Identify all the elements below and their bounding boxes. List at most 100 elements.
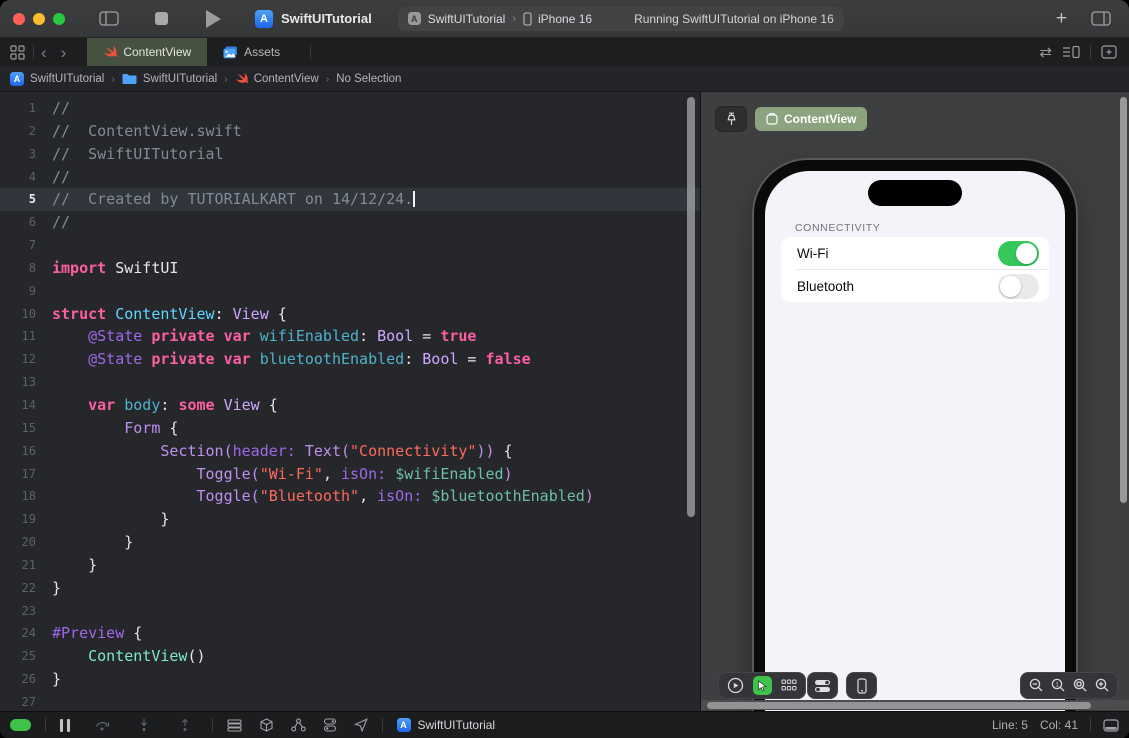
- simulator-settings-button[interactable]: [323, 718, 337, 732]
- line-number[interactable]: 26: [0, 668, 52, 691]
- stop-button[interactable]: [155, 12, 168, 25]
- tab-contentview[interactable]: ContentView: [87, 38, 208, 66]
- pause-execution-button[interactable]: [60, 718, 70, 732]
- editor-layout-icon[interactable]: [1062, 45, 1080, 59]
- step-out-button[interactable]: [178, 718, 192, 732]
- line-number[interactable]: 19: [0, 508, 52, 531]
- code-line-7[interactable]: 7: [0, 234, 700, 257]
- zoom-100-button[interactable]: 1: [1047, 678, 1069, 693]
- toggle-left-sidebar-icon[interactable]: [99, 11, 119, 26]
- add-button[interactable]: +: [1056, 9, 1067, 28]
- code-line-12[interactable]: 12 @State private var bluetoothEnabled: …: [0, 348, 700, 371]
- line-number[interactable]: 3: [0, 143, 52, 166]
- network-debug-button[interactable]: [290, 718, 306, 732]
- tab-assets[interactable]: Assets: [207, 38, 296, 66]
- line-number[interactable]: 7: [0, 234, 52, 257]
- code-line-6[interactable]: 6//: [0, 211, 700, 234]
- line-number[interactable]: 24: [0, 622, 52, 645]
- preview-device-button[interactable]: [846, 672, 877, 699]
- selectable-mode-button[interactable]: [753, 676, 772, 695]
- line-number[interactable]: 18: [0, 485, 52, 508]
- line-number[interactable]: 16: [0, 440, 52, 463]
- pin-preview-button[interactable]: [715, 106, 747, 132]
- line-number[interactable]: 10: [0, 303, 52, 326]
- code-line-15[interactable]: 15 Form {: [0, 417, 700, 440]
- run-destination[interactable]: iPhone 16: [538, 12, 592, 26]
- code-line-4[interactable]: 4//: [0, 166, 700, 189]
- line-number[interactable]: 11: [0, 325, 52, 348]
- line-number[interactable]: 8: [0, 257, 52, 280]
- code-line-14[interactable]: 14 var body: some View {: [0, 394, 700, 417]
- code-line-21[interactable]: 21 }: [0, 554, 700, 577]
- breakpoints-toggle-button[interactable]: [10, 719, 31, 731]
- line-number[interactable]: 1: [0, 97, 52, 120]
- device-settings-button[interactable]: [807, 672, 838, 699]
- line-number[interactable]: 5: [0, 188, 52, 211]
- toggle-right-sidebar-icon[interactable]: [1091, 11, 1111, 26]
- toggle-debug-area-icon[interactable]: [1103, 718, 1119, 732]
- line-number[interactable]: 6: [0, 211, 52, 234]
- code-line-9[interactable]: 9: [0, 280, 700, 303]
- code-line-1[interactable]: 1//: [0, 97, 700, 120]
- line-number[interactable]: 15: [0, 417, 52, 440]
- minimize-window-button[interactable]: [33, 12, 45, 25]
- code-line-8[interactable]: 8 import SwiftUI: [0, 257, 700, 280]
- code-line-20[interactable]: 20 }: [0, 531, 700, 554]
- code-line-26[interactable]: 26}: [0, 668, 700, 691]
- line-number[interactable]: 12: [0, 348, 52, 371]
- scheme-name[interactable]: SwiftUITutorial: [428, 12, 506, 26]
- code-line-11[interactable]: 11 @State private var wifiEnabled: Bool …: [0, 325, 700, 348]
- line-number[interactable]: 13: [0, 371, 52, 394]
- add-editor-icon[interactable]: [1101, 45, 1117, 59]
- run-button[interactable]: [206, 9, 221, 28]
- swap-editors-icon[interactable]: ⇄: [1039, 43, 1052, 61]
- view-hierarchy-button[interactable]: [226, 718, 242, 732]
- code-line-2[interactable]: 2// ContentView.swift: [0, 120, 700, 143]
- code-line-23[interactable]: 23: [0, 600, 700, 623]
- zoom-in-button[interactable]: [1091, 678, 1113, 693]
- memory-graph-button[interactable]: [259, 718, 274, 732]
- navigate-back-icon[interactable]: ‹: [34, 38, 54, 66]
- step-into-button[interactable]: [137, 718, 151, 732]
- code-line-18[interactable]: 18 Toggle("Bluetooth", isOn: $bluetoothE…: [0, 485, 700, 508]
- debug-process-chip[interactable]: A SwiftUITutorial: [396, 718, 495, 732]
- line-number[interactable]: 20: [0, 531, 52, 554]
- breadcrumb-item-file[interactable]: ContentView: [235, 72, 319, 85]
- code-line-3[interactable]: 3// SwiftUITutorial: [0, 143, 700, 166]
- line-number[interactable]: 25: [0, 645, 52, 668]
- bluetooth-toggle[interactable]: [998, 273, 1039, 299]
- variants-mode-button[interactable]: [781, 679, 797, 692]
- wifi-toggle[interactable]: [998, 240, 1039, 266]
- code-line-19[interactable]: 19 }: [0, 508, 700, 531]
- line-number[interactable]: 17: [0, 463, 52, 486]
- simulate-location-button[interactable]: [353, 718, 368, 732]
- code-line-10[interactable]: 10 struct ContentView: View {: [0, 303, 700, 326]
- live-preview-button[interactable]: [727, 677, 744, 694]
- code-line-16[interactable]: 16 Section(header: Text("Connectivity"))…: [0, 440, 700, 463]
- line-number[interactable]: 27: [0, 691, 52, 711]
- tab-overview-icon[interactable]: [0, 38, 33, 66]
- zoom-fit-button[interactable]: [1069, 678, 1091, 693]
- step-over-button[interactable]: [95, 718, 110, 732]
- zoom-out-button[interactable]: [1025, 678, 1047, 693]
- editor-vertical-scrollbar[interactable]: [687, 97, 695, 517]
- line-number[interactable]: 21: [0, 554, 52, 577]
- breadcrumb-item-project[interactable]: A SwiftUITutorial: [10, 71, 104, 86]
- breadcrumb-item-selection[interactable]: No Selection: [336, 73, 401, 85]
- scheme-selector[interactable]: A SwiftUITutorial › iPhone 16 Running Sw…: [397, 6, 844, 31]
- canvas-horizontal-scrollbar[interactable]: [701, 700, 1129, 710]
- line-number[interactable]: 23: [0, 600, 52, 623]
- breadcrumb-item-group[interactable]: SwiftUITutorial: [122, 73, 217, 85]
- code-line-13[interactable]: 13: [0, 371, 700, 394]
- line-number[interactable]: 4: [0, 166, 52, 189]
- code-line-22[interactable]: 22}: [0, 577, 700, 600]
- preview-target-pill[interactable]: ContentView: [755, 107, 868, 131]
- code-line-25[interactable]: 25 ContentView(): [0, 645, 700, 668]
- code-line-17[interactable]: 17 Toggle("Wi-Fi", isOn: $wifiEnabled): [0, 463, 700, 486]
- code-line-24[interactable]: 24 #Preview {: [0, 622, 700, 645]
- line-number[interactable]: 9: [0, 280, 52, 303]
- source-editor[interactable]: 1//2// ContentView.swift 3// SwiftUITutor…: [0, 92, 700, 711]
- code-line-5[interactable]: 5// Created by TUTORIALKART on 14/12/24.: [0, 188, 700, 212]
- code-line-27[interactable]: 27: [0, 691, 700, 711]
- canvas-vertical-scrollbar[interactable]: [1120, 97, 1127, 503]
